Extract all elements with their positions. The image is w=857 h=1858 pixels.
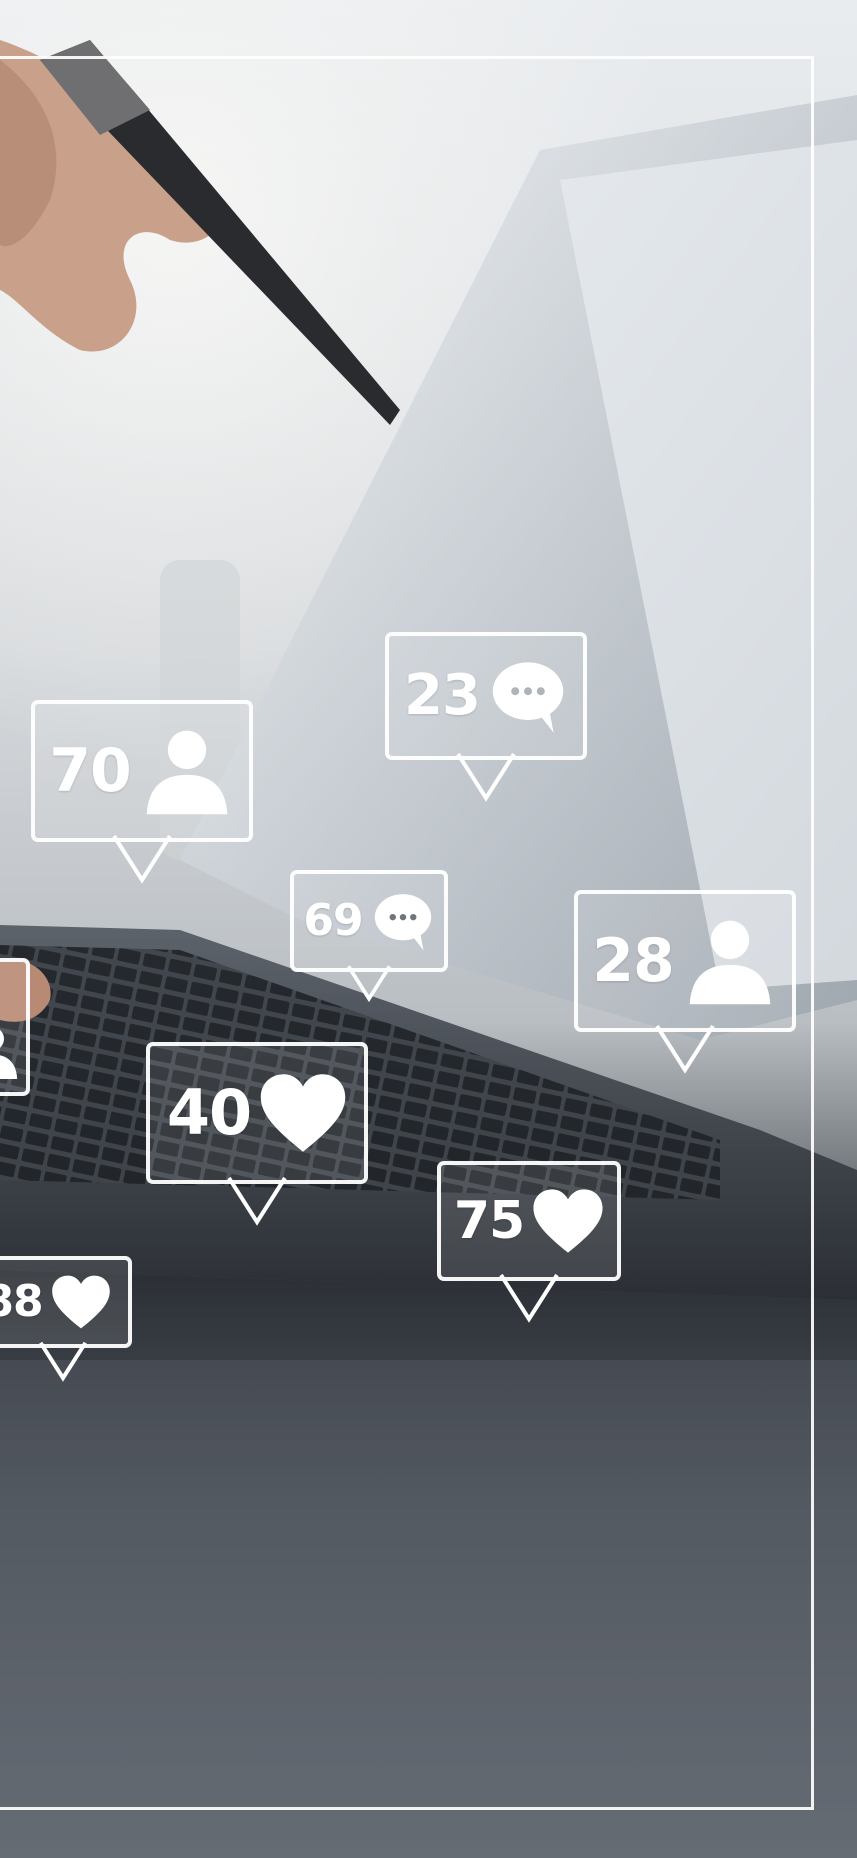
chat-icon <box>492 662 564 733</box>
stat-bubble-40: 40 <box>146 1042 368 1226</box>
user-icon <box>146 730 228 815</box>
user-icon <box>0 1029 18 1079</box>
stat-value: 88 <box>0 1276 44 1327</box>
heart-icon <box>260 1074 346 1152</box>
stat-value: 28 <box>592 926 674 996</box>
stat-bubble-70: 70 <box>31 700 253 884</box>
chat-icon <box>374 894 431 951</box>
stat-value: 75 <box>453 1191 525 1251</box>
stat-bubble-75: 75 <box>437 1161 621 1323</box>
bubble-tail <box>456 752 516 802</box>
bubble-tail <box>499 1273 559 1323</box>
bubble-tail <box>39 1341 88 1382</box>
stat-value: 23 <box>404 663 481 728</box>
bubble-tail <box>346 965 392 1003</box>
stat-bubble-partial <box>0 958 30 1096</box>
heart-icon <box>533 1189 603 1253</box>
stat-bubble-69: 69 <box>290 870 448 1003</box>
bubble-tail <box>655 1024 715 1074</box>
user-icon <box>689 920 771 1005</box>
heart-icon <box>51 1275 110 1329</box>
stat-value: 69 <box>303 895 363 946</box>
photo-scene: 70 23 69 28 40 75 8 <box>0 0 857 1858</box>
stat-bubble-28: 28 <box>574 890 796 1074</box>
stat-bubble-88: 88 <box>0 1256 132 1382</box>
stat-value: 40 <box>166 1076 252 1149</box>
stat-value: 70 <box>49 736 131 806</box>
stat-bubble-23: 23 <box>385 632 587 802</box>
bubble-tail <box>227 1176 287 1226</box>
bubble-tail <box>112 834 172 884</box>
